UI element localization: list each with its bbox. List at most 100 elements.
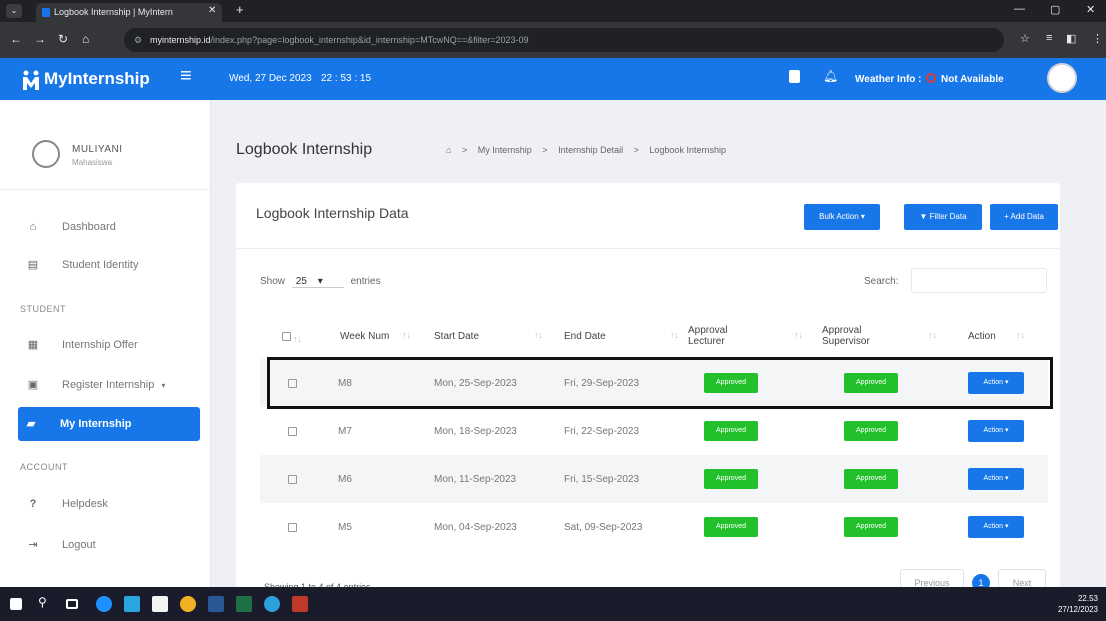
- close-window-icon[interactable]: ✕: [1086, 3, 1095, 16]
- bookmark-star-icon[interactable]: ☆: [1020, 32, 1030, 45]
- filter-data-button[interactable]: ▼ Filter Data: [904, 204, 982, 230]
- breadcrumb-my-internship[interactable]: My Internship: [478, 145, 532, 155]
- sidebar-item-label: Internship Offer: [62, 339, 138, 351]
- approved-badge: Approved: [844, 421, 898, 441]
- sidebar-item-dashboard[interactable]: ⌂ Dashboard: [20, 212, 200, 242]
- system-tray-clock[interactable]: 22.53 27/12/2023: [1058, 593, 1098, 615]
- breadcrumb-home-icon[interactable]: ⌂: [446, 145, 451, 155]
- search-input[interactable]: [911, 268, 1047, 293]
- site-info-icon[interactable]: ⚙: [134, 28, 142, 52]
- cell-approval-supervisor: Approved: [844, 407, 898, 455]
- excel-icon[interactable]: [236, 596, 252, 612]
- breadcrumb-separator-icon: >: [542, 145, 548, 155]
- action-button[interactable]: Action ▾: [968, 468, 1024, 490]
- app-brand: MyInternship ≡: [0, 58, 211, 100]
- back-icon[interactable]: ←: [10, 32, 22, 46]
- address-bar[interactable]: ⚙ myinternship.id/index.php?page=logbook…: [124, 28, 1004, 52]
- tab-search-icon[interactable]: ⌄: [6, 4, 22, 18]
- sort-icon[interactable]: ↑↓: [534, 330, 543, 340]
- row-checkbox[interactable]: [288, 455, 297, 503]
- chevron-down-icon: ▾: [161, 381, 166, 390]
- new-tab-icon[interactable]: +: [236, 2, 244, 17]
- action-button[interactable]: Action ▾: [968, 420, 1024, 442]
- cell-week: M6: [338, 473, 352, 485]
- search-icon[interactable]: ⚲: [38, 595, 54, 611]
- sort-icon[interactable]: ↑↓: [794, 330, 803, 340]
- col-approval-lecturer[interactable]: Approval Lecturer: [688, 308, 748, 364]
- breadcrumb-internship-detail[interactable]: Internship Detail: [558, 145, 623, 155]
- entries-select[interactable]: 25 ▾: [291, 276, 344, 288]
- chrome-icon[interactable]: [180, 596, 196, 612]
- sort-icon[interactable]: ↑↓: [928, 330, 937, 340]
- sidebar: MULIYANI Mahasiswa ⌂ Dashboard ▤ Student…: [0, 100, 211, 587]
- telegram-icon[interactable]: [264, 596, 280, 612]
- files-icon[interactable]: [152, 596, 168, 612]
- section-student: STUDENT: [20, 304, 66, 314]
- app-icon[interactable]: [292, 596, 308, 612]
- sidebar-item-student-identity[interactable]: ▤ Student Identity: [20, 250, 200, 280]
- sort-icon[interactable]: ↑↓: [670, 330, 679, 340]
- browser-toolbar: ← → ↻ ⌂ ⚙ myinternship.id/index.php?page…: [0, 22, 1106, 58]
- bell-icon[interactable]: 🔔︎: [823, 69, 838, 83]
- sidebar-item-internship-offer[interactable]: ▦ Internship Offer: [20, 330, 200, 360]
- form-icon: ▣: [27, 379, 39, 391]
- approved-badge: Approved: [704, 517, 758, 537]
- sidebar-item-logout[interactable]: ⇥ Logout: [20, 530, 200, 560]
- id-card-icon: ▤: [27, 259, 39, 271]
- profile-name: MULIYANI: [72, 144, 123, 155]
- sort-icon[interactable]: ↑↓: [293, 334, 302, 344]
- task-view-icon[interactable]: [66, 599, 78, 609]
- bulk-action-label: Bulk Action: [819, 212, 859, 221]
- word-icon[interactable]: [208, 596, 224, 612]
- bulk-action-button[interactable]: Bulk Action ▾: [804, 204, 880, 230]
- reload-icon[interactable]: ↻: [58, 32, 68, 46]
- browser-tab[interactable]: Logbook Internship | MyIntern: [36, 3, 222, 22]
- table-row: M6 Mon, 11-Sep-2023 Fri, 15-Sep-2023 App…: [260, 455, 1048, 503]
- logo-icon: [23, 70, 39, 90]
- store-icon[interactable]: [124, 596, 140, 612]
- add-data-label: + Add Data: [1004, 212, 1044, 221]
- forward-icon[interactable]: →: [34, 32, 46, 46]
- maximize-icon[interactable]: ▢: [1050, 3, 1060, 16]
- current-time: 22 : 53 : 15: [321, 73, 372, 84]
- sidebar-item-register-internship[interactable]: ▣ Register Internship ▾: [20, 370, 200, 400]
- calendar-icon[interactable]: [789, 70, 800, 83]
- sidebar-item-label: My Internship: [60, 418, 132, 430]
- minimize-icon[interactable]: —: [1014, 3, 1025, 15]
- filter-data-label: Filter Data: [929, 212, 967, 221]
- add-data-button[interactable]: + Add Data: [990, 204, 1058, 230]
- sidepanel-icon[interactable]: ◧: [1066, 32, 1076, 45]
- cell-end-date: Sat, 09-Sep-2023: [564, 521, 643, 533]
- approved-badge: Approved: [704, 469, 758, 489]
- brand-name: MyInternship: [44, 69, 150, 88]
- col-approval-supervisor[interactable]: Approval Supervisor: [822, 308, 892, 364]
- hamburger-menu-icon[interactable]: ≡: [180, 65, 192, 88]
- sidebar-item-my-internship[interactable]: ▰ My Internship: [18, 407, 200, 441]
- sort-icon[interactable]: ↑↓: [402, 330, 411, 340]
- breadcrumb-separator-icon: >: [633, 145, 639, 155]
- building-icon: ▦: [27, 339, 39, 351]
- col-week-num[interactable]: Week Num: [340, 308, 396, 364]
- weather-value: Not Available: [941, 74, 1004, 85]
- edge-icon[interactable]: [96, 596, 112, 612]
- approved-badge: Approved: [844, 469, 898, 489]
- col-end-date[interactable]: End Date: [564, 308, 606, 364]
- action-label: Action: [983, 475, 1003, 482]
- col-start-date[interactable]: Start Date: [434, 308, 479, 364]
- row-checkbox[interactable]: [288, 503, 297, 551]
- home-icon[interactable]: ⌂: [82, 32, 89, 46]
- user-avatar[interactable]: [1047, 63, 1077, 93]
- avatar: [32, 140, 60, 168]
- action-button[interactable]: Action ▾: [968, 516, 1024, 538]
- browser-menu-icon[interactable]: ⋮: [1092, 32, 1103, 45]
- profile-panel: MULIYANI Mahasiswa: [0, 100, 211, 190]
- select-all-checkbox[interactable]: [282, 308, 291, 364]
- question-icon: ?: [29, 498, 37, 510]
- weather-info: Weather Info : Not Available: [855, 73, 1004, 85]
- extensions-icon[interactable]: ≡: [1046, 32, 1052, 44]
- row-checkbox[interactable]: [288, 407, 297, 455]
- windows-start-icon[interactable]: [10, 598, 22, 610]
- sidebar-item-helpdesk[interactable]: ? Helpdesk: [20, 489, 200, 519]
- sort-icon[interactable]: ↑↓: [1016, 330, 1025, 340]
- tab-close-icon[interactable]: ✕: [208, 3, 216, 19]
